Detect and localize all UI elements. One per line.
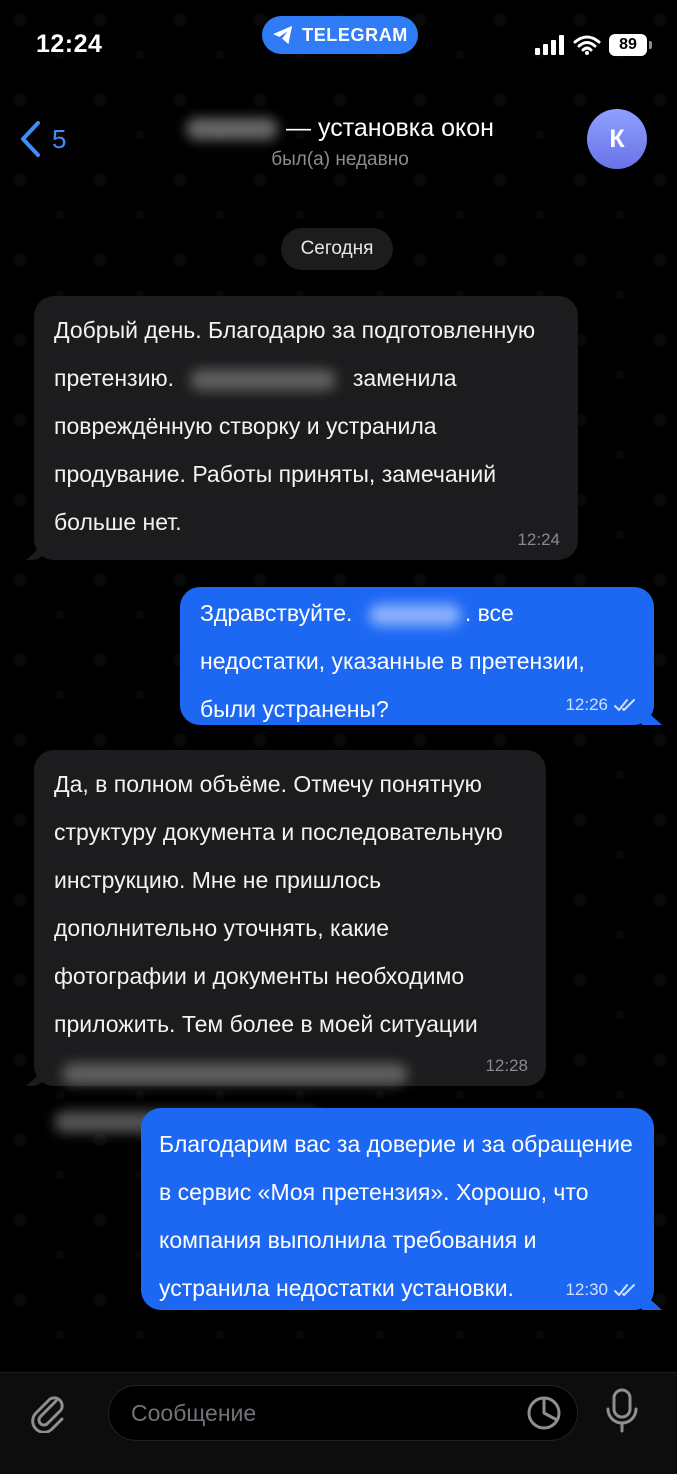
battery-icon: 89 xyxy=(609,34,652,56)
message-bubble-outgoing[interactable]: Благодарим вас за доверие и за обращение… xyxy=(141,1108,662,1310)
message-composer xyxy=(0,1372,677,1474)
avatar[interactable]: К xyxy=(587,109,647,169)
status-icons: 89 xyxy=(535,34,652,56)
telegram-pill[interactable]: TELEGRAM xyxy=(262,16,418,54)
microphone-icon[interactable] xyxy=(600,1387,644,1435)
status-time: 12:24 xyxy=(36,30,103,58)
wifi-icon xyxy=(573,35,601,55)
last-seen-status: был(а) недавно xyxy=(271,149,409,170)
message-meta: 12:28 xyxy=(485,1056,528,1076)
date-separator: Сегодня xyxy=(281,228,393,270)
telegram-pill-label: TELEGRAM xyxy=(302,24,408,45)
unread-count: 5 xyxy=(52,123,67,154)
double-check-icon xyxy=(614,1284,635,1296)
message-time: 12:24 xyxy=(517,530,560,549)
message-time: 12:30 xyxy=(565,1280,608,1299)
message-bubble-incoming[interactable]: Добрый день. Благодарю за подготовленную… xyxy=(26,296,578,560)
message-bubble-incoming[interactable]: Да, в полном объёме. Отмечу понятную стр… xyxy=(26,750,546,1133)
redacted-name xyxy=(186,117,279,140)
message-text: Благодарим вас за доверие и за обращение… xyxy=(159,1131,633,1301)
message-time: 12:28 xyxy=(485,1056,528,1075)
redacted-text xyxy=(190,368,337,391)
message-meta: 12:24 xyxy=(517,530,560,550)
paperclip-icon[interactable] xyxy=(26,1389,70,1433)
message-text: Добрый день. Благодарю за подготовленную… xyxy=(54,317,536,535)
telegram-plane-icon xyxy=(273,25,293,45)
signal-icon xyxy=(535,35,564,55)
chevron-left-icon xyxy=(21,121,40,157)
status-bar: 12:24 TELEGRAM 89 xyxy=(0,0,677,90)
double-check-icon xyxy=(614,699,635,711)
message-input[interactable] xyxy=(108,1385,578,1441)
message-meta: 12:30 xyxy=(565,1280,636,1300)
message-bubble-outgoing[interactable]: Здравствуйте. . все недостатки, указанны… xyxy=(180,587,662,725)
sticker-icon[interactable] xyxy=(524,1393,564,1433)
chat-title: — установка окон xyxy=(286,114,494,142)
chat-header: 5 — установка окон был(а) недавно К xyxy=(0,100,677,190)
message-meta: 12:26 xyxy=(565,695,636,715)
redacted-text xyxy=(62,1062,408,1085)
message-time: 12:26 xyxy=(565,695,608,714)
chat-title-area[interactable]: — установка окон был(а) недавно xyxy=(170,114,510,171)
redacted-text xyxy=(368,603,461,626)
back-button[interactable]: 5 xyxy=(18,120,66,158)
message-text: Да, в полном объёме. Отмечу понятную стр… xyxy=(54,760,528,1144)
